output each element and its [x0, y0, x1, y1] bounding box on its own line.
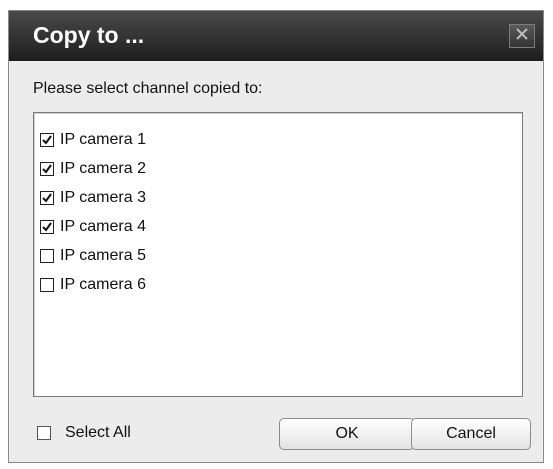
- channel-label: IP camera 6: [60, 276, 146, 293]
- select-all-option[interactable]: Select All: [37, 424, 131, 442]
- checkmark-icon: [42, 135, 52, 145]
- list-item-ip-camera-4[interactable]: IP camera 4: [40, 216, 146, 238]
- channel-label: IP camera 5: [60, 247, 146, 264]
- checkbox[interactable]: [40, 133, 54, 147]
- checkbox[interactable]: [40, 162, 54, 176]
- copy-to-dialog: Copy to ... Please select channel copied…: [8, 10, 544, 463]
- select-channel-prompt: Please select channel copied to:: [33, 80, 263, 97]
- cancel-button[interactable]: Cancel: [411, 418, 531, 450]
- select-all-label: Select All: [65, 424, 131, 441]
- dialog-title: Copy to ...: [33, 22, 145, 48]
- checkmark-icon: [42, 193, 52, 203]
- list-item-ip-camera-1[interactable]: IP camera 1: [40, 129, 146, 151]
- ok-button[interactable]: OK: [279, 418, 415, 450]
- list-item-ip-camera-3[interactable]: IP camera 3: [40, 187, 146, 209]
- list-item-ip-camera-6[interactable]: IP camera 6: [40, 274, 146, 296]
- checkbox[interactable]: [40, 220, 54, 234]
- channel-label: IP camera 1: [60, 131, 146, 148]
- list-item-ip-camera-5[interactable]: IP camera 5: [40, 245, 146, 267]
- select-all-checkbox[interactable]: [37, 426, 51, 440]
- checkbox[interactable]: [40, 278, 54, 292]
- list-item-ip-camera-2[interactable]: IP camera 2: [40, 158, 146, 180]
- close-icon: [515, 27, 529, 46]
- channel-label: IP camera 2: [60, 160, 146, 177]
- title-bar: Copy to ...: [9, 11, 543, 61]
- checkbox[interactable]: [40, 249, 54, 263]
- channel-label: IP camera 4: [60, 218, 146, 235]
- channel-list: IP camera 1 IP camera 2 IP camera 3 IP c…: [33, 112, 523, 397]
- channel-label: IP camera 3: [60, 189, 146, 206]
- checkmark-icon: [42, 164, 52, 174]
- checkmark-icon: [42, 222, 52, 232]
- close-button[interactable]: [509, 24, 535, 48]
- checkbox[interactable]: [40, 191, 54, 205]
